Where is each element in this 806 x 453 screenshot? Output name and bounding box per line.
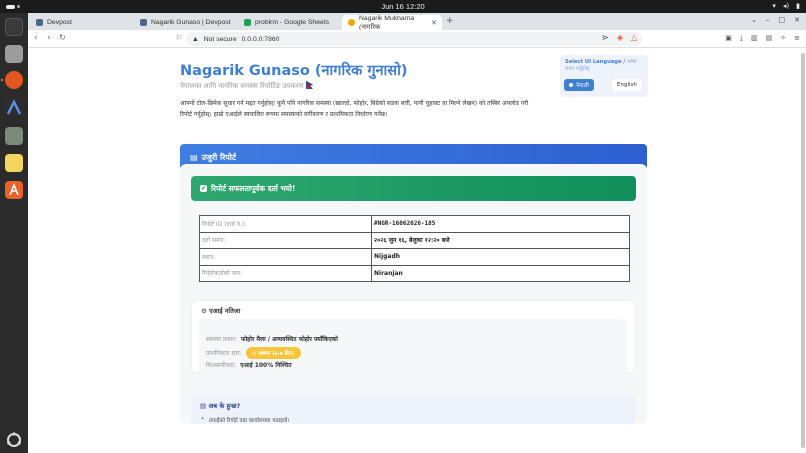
back-icon[interactable]: ‹ bbox=[34, 33, 38, 43]
browser-toolbar: ‹ › ↻ ⚐ ▲ Not secure 0.0.0.0:7860 ⊳ ◈ △ … bbox=[28, 30, 806, 48]
tab-nagarik-mukhama[interactable]: Nagarik Mukhama (नागरिक ✕ bbox=[342, 14, 442, 31]
tab-search-icon[interactable]: ⌄ bbox=[751, 16, 757, 24]
brave-shields-icon[interactable]: ◈ bbox=[617, 33, 623, 42]
bookmark-icon[interactable]: ⚐ bbox=[176, 34, 182, 42]
close-tab-icon[interactable]: ✕ bbox=[431, 19, 437, 27]
system-top-bar: Jun 16 12:20 ▾ ◂) ▮ bbox=[0, 0, 806, 13]
tab-label: Devpost bbox=[47, 19, 72, 26]
download-icon[interactable]: ⤓ bbox=[740, 34, 743, 43]
radio-selected-icon bbox=[569, 83, 573, 87]
devpost-favicon-icon bbox=[36, 19, 43, 26]
share-icon[interactable]: ⊳ bbox=[602, 33, 609, 42]
show-apps-icon[interactable] bbox=[5, 431, 23, 449]
devpost-favicon-icon bbox=[140, 19, 147, 26]
warning-icon: ▲ bbox=[192, 35, 199, 43]
activities-button[interactable] bbox=[6, 4, 22, 9]
new-tab-icon[interactable]: + bbox=[446, 16, 454, 26]
page-title: Nagarik Gunaso (नागरिक गुनासो) bbox=[180, 63, 408, 79]
wallet-icon[interactable]: ▤ bbox=[766, 34, 773, 43]
language-selector: Select UI Language / भाषा चयन गर्नुहोस् … bbox=[560, 55, 648, 97]
sidebar-icon[interactable]: ▥ bbox=[751, 34, 758, 43]
trash-icon[interactable] bbox=[5, 127, 23, 145]
report-section-header: ▤ उजुरी रिपोर्ट bbox=[180, 144, 647, 170]
tab-label: Nagarik Gunaso | Devpost bbox=[151, 19, 231, 26]
extensions-icon[interactable]: ✧ bbox=[780, 34, 786, 43]
subtitle-text: नेपालका लागि नागरिक समस्या रिपोर्टिङ उपक… bbox=[180, 82, 304, 90]
screenshot-icon[interactable]: ▣ bbox=[725, 34, 732, 43]
brave-rewards-icon[interactable]: △ bbox=[631, 33, 637, 42]
software-center-icon[interactable] bbox=[5, 181, 23, 199]
page-description: आफ्नो टोल-छिमेक सुधार गर्न मद्दत गर्नुहो… bbox=[180, 100, 529, 118]
ubuntu-dock bbox=[0, 13, 28, 453]
address-bar[interactable]: ▲ Not secure 0.0.0.0:7860 bbox=[186, 32, 642, 46]
menu-icon[interactable]: ≡ bbox=[794, 34, 800, 43]
browser-window: Devpost Nagarik Gunaso | Devpost problrm… bbox=[28, 13, 806, 453]
tab-label: problrm - Google Sheets bbox=[255, 19, 330, 26]
reload-icon[interactable]: ↻ bbox=[59, 33, 66, 42]
wifi-icon: ▾ bbox=[772, 2, 776, 10]
toolbar-right-icons: ▣ ⤓ ▥ ▤ ✧ ≡ bbox=[725, 34, 800, 43]
language-option-nepali[interactable]: नेपाली bbox=[564, 79, 594, 91]
language-option-english[interactable]: English bbox=[612, 79, 642, 91]
brave-browser-icon[interactable] bbox=[5, 71, 23, 89]
text-editor-icon[interactable] bbox=[5, 154, 23, 172]
terminal-app-icon[interactable] bbox=[5, 18, 23, 36]
volume-icon: ◂) bbox=[782, 2, 790, 10]
battery-icon: ▮ bbox=[796, 2, 800, 10]
page-subtitle: नेपालका लागि नागरिक समस्या रिपोर्टिङ उपक… bbox=[180, 80, 314, 91]
forward-icon[interactable]: › bbox=[47, 33, 51, 43]
maximize-icon[interactable]: □ bbox=[779, 16, 786, 24]
app-favicon-icon bbox=[348, 19, 355, 26]
running-indicator bbox=[1, 79, 3, 81]
page-content: Nagarik Gunaso (नागरिक गुनासो) नेपालका ल… bbox=[28, 48, 806, 453]
sheets-favicon-icon bbox=[244, 19, 251, 26]
files-app-icon[interactable] bbox=[5, 45, 23, 63]
language-selector-label: Select UI Language / भाषा चयन गर्नुहोस् bbox=[565, 59, 637, 72]
nepal-flag-icon bbox=[305, 80, 314, 89]
code-editor-icon[interactable] bbox=[5, 99, 23, 117]
page-scrollbar[interactable] bbox=[801, 53, 805, 448]
window-controls: ⌄ – □ ✕ bbox=[751, 16, 800, 24]
workspace-indicator-icon bbox=[6, 4, 15, 9]
security-status: Not secure bbox=[203, 35, 237, 43]
close-window-icon[interactable]: ✕ bbox=[794, 16, 800, 24]
tab-strip: Devpost Nagarik Gunaso | Devpost problrm… bbox=[28, 13, 806, 31]
tab-nagarik-devpost[interactable]: Nagarik Gunaso | Devpost bbox=[134, 15, 238, 30]
tab-google-sheets[interactable]: problrm - Google Sheets bbox=[238, 15, 342, 30]
system-tray[interactable]: ▾ ◂) ▮ bbox=[772, 2, 800, 10]
clipboard-icon: ▤ bbox=[190, 152, 198, 162]
workspace-dot-icon bbox=[17, 5, 20, 8]
tab-devpost[interactable]: Devpost bbox=[30, 15, 134, 30]
minimize-icon[interactable]: – bbox=[766, 16, 770, 24]
url-text: 0.0.0.0:7860 bbox=[241, 35, 280, 43]
system-clock[interactable]: Jun 16 12:20 bbox=[381, 2, 424, 11]
tab-label: Nagarik Mukhama (नागरिक bbox=[359, 14, 415, 31]
